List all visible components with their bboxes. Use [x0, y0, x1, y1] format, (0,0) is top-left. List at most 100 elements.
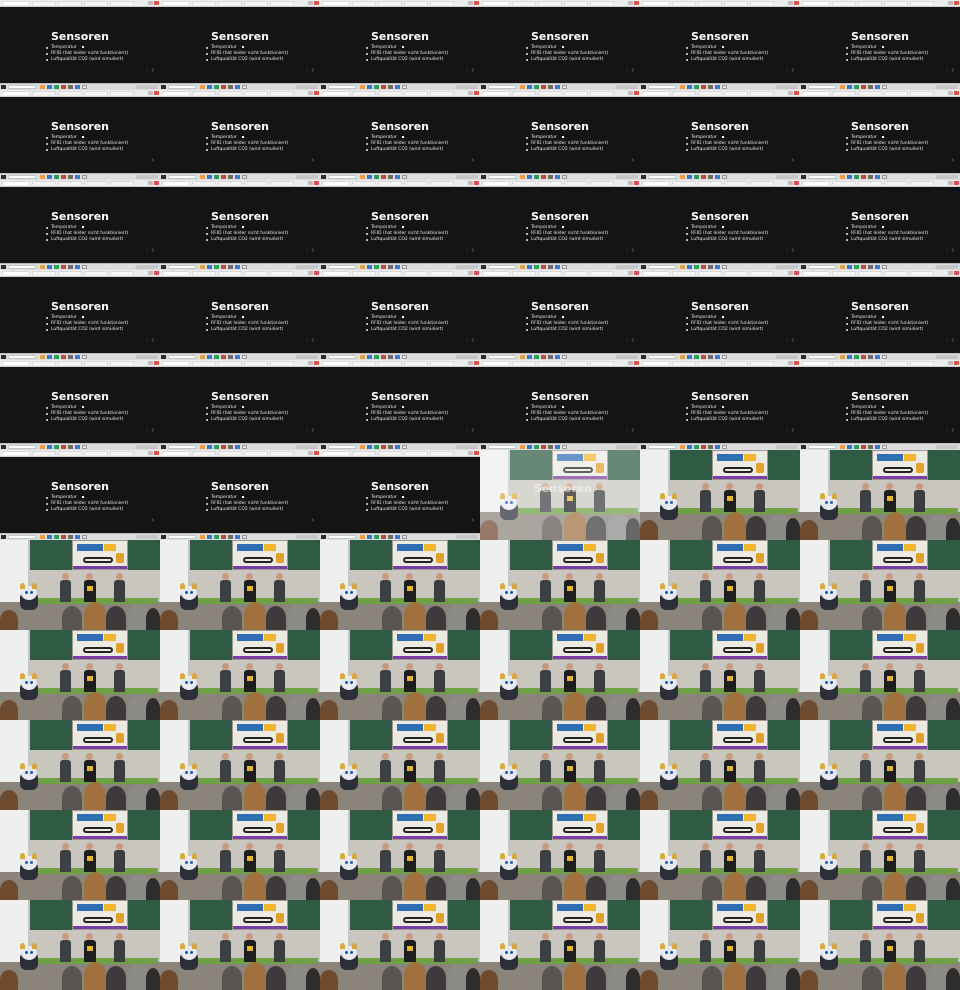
slide-thumbnail[interactable]: Sensoren Temperatur RFID (hat leider nic…: [800, 0, 960, 90]
photo-thumbnail[interactable]: [800, 450, 960, 540]
system-tray: [136, 265, 158, 269]
banner-logo: [264, 904, 276, 911]
photo-thumbnail[interactable]: [320, 720, 480, 810]
system-tray: [456, 445, 478, 449]
presenter: [220, 933, 231, 962]
app-icon: [534, 445, 539, 449]
slide-thumbnail[interactable]: Sensoren Temperatur RFID (hat leider nic…: [800, 270, 960, 360]
presenter: [594, 573, 605, 602]
slide-bullet-list: Temperatur RFID (hat leider nicht funkti…: [846, 315, 928, 333]
photo-thumbnail[interactable]: [480, 810, 640, 900]
slide-thumbnail[interactable]: Sensoren Temperatur RFID (hat leider nic…: [320, 450, 480, 540]
photo-thumbnail[interactable]: [320, 810, 480, 900]
slide-thumbnail[interactable]: Sensoren Temperatur RFID (hat leider nic…: [320, 180, 480, 270]
photo-thumbnail[interactable]: [640, 810, 800, 900]
slide-thumbnail[interactable]: Sensoren Temperatur RFID (hat leider nic…: [160, 450, 320, 540]
app-icon: [854, 265, 859, 269]
photo-thumbnail[interactable]: [800, 720, 960, 810]
photo-thumbnail[interactable]: [480, 900, 640, 990]
slide-thumbnail[interactable]: Sensoren Temperatur RFID (hat leider nic…: [480, 180, 640, 270]
slide-thumbnail[interactable]: Sensoren Temperatur RFID (hat leider nic…: [0, 450, 160, 540]
photo-thumbnail[interactable]: [480, 630, 640, 720]
event-banner: [712, 540, 768, 570]
photo-thumbnail[interactable]: [0, 720, 160, 810]
photo-thumbnail[interactable]: [640, 540, 800, 630]
photo-thumbnail[interactable]: [0, 630, 160, 720]
slide-thumbnail[interactable]: Sensoren Temperatur RFID (hat leider nic…: [0, 0, 160, 90]
plush-ear: [672, 853, 677, 859]
photo-thumbnail[interactable]: [0, 900, 160, 990]
photo-thumbnail[interactable]: [800, 630, 960, 720]
slide-thumbnail[interactable]: Sensoren Temperatur RFID (hat leider nic…: [640, 0, 800, 90]
slide-thumbnail[interactable]: Sensoren Temperatur RFID (hat leider nic…: [800, 180, 960, 270]
photo-thumbnail[interactable]: [800, 540, 960, 630]
app-icon: [722, 445, 727, 449]
close-icon: [474, 361, 479, 365]
slide-thumbnail[interactable]: Sensoren Temperatur RFID (hat leider nic…: [800, 360, 960, 450]
slide-thumbnail[interactable]: Sensoren Temperatur RFID (hat leider nic…: [320, 360, 480, 450]
app-icon: [395, 355, 400, 359]
photo-thumbnail[interactable]: [160, 900, 320, 990]
photo-thumbnail[interactable]: [480, 720, 640, 810]
slide-thumbnail[interactable]: Sensoren Temperatur RFID (hat leider nic…: [640, 180, 800, 270]
chevron-left-icon: ‹: [945, 337, 948, 344]
event-banner: [712, 720, 768, 750]
photo-thumbnail[interactable]: [640, 630, 800, 720]
presenter: [434, 843, 445, 872]
slide-thumbnail[interactable]: Sensoren Temperatur RFID (hat leider nic…: [640, 270, 800, 360]
plush-eye: [665, 771, 668, 774]
photo-thumbnail[interactable]: [800, 900, 960, 990]
slide-thumbnail[interactable]: Sensoren Temperatur RFID (hat leider nic…: [160, 270, 320, 360]
slide-thumbnail[interactable]: Sensoren Temperatur RFID (hat leider nic…: [480, 270, 640, 360]
photo-thumbnail[interactable]: [160, 540, 320, 630]
browser-tab: [110, 271, 134, 275]
photo-thumbnail[interactable]: [160, 810, 320, 900]
slide-thumbnail[interactable]: Sensoren Temperatur RFID (hat leider nic…: [0, 270, 160, 360]
event-banner: [392, 720, 448, 750]
chalkboard: [448, 810, 480, 840]
slide-thumbnail[interactable]: Sensoren Temperatur RFID (hat leider nic…: [0, 90, 160, 180]
photo-thumbnail[interactable]: [0, 540, 160, 630]
photo-thumbnail[interactable]: [160, 630, 320, 720]
slide-thumbnail[interactable]: Sensoren Temperatur RFID (hat leider nic…: [640, 90, 800, 180]
photo-thumbnail[interactable]: [640, 720, 800, 810]
photo-thumbnail[interactable]: [640, 900, 800, 990]
chevron-left-icon: ‹: [785, 67, 788, 74]
presenter-head: [116, 753, 123, 760]
presenter: [380, 573, 391, 602]
slide-thumbnail[interactable]: Sensoren Temperatur RFID (hat leider nic…: [320, 270, 480, 360]
slide-thumbnail[interactable]: Sensoren Temperatur RFID (hat leider nic…: [160, 90, 320, 180]
photo-thumbnail[interactable]: [0, 810, 160, 900]
photo-thumbnail[interactable]: [320, 540, 480, 630]
slide-thumbnail[interactable]: Sensoren Temperatur RFID (hat leider nic…: [0, 360, 160, 450]
photo-thumbnail[interactable]: [160, 720, 320, 810]
app-icon: [242, 445, 247, 449]
slide-thumbnail[interactable]: Sensoren Temperatur RFID (hat leider nic…: [160, 0, 320, 90]
slide-thumbnail[interactable]: Sensoren Temperatur RFID (hat leider nic…: [640, 360, 800, 450]
slide-thumbnail[interactable]: Sensoren Temperatur RFID (hat leider nic…: [800, 90, 960, 180]
presenter: [914, 753, 925, 782]
app-icon: [374, 175, 379, 179]
photo-thumbnail[interactable]: [800, 810, 960, 900]
slide-thumbnail[interactable]: Sensoren Temperatur RFID (hat leider nic…: [160, 360, 320, 450]
photo-thumbnail[interactable]: [640, 450, 800, 540]
transition-thumbnail[interactable]: Sensoren: [480, 450, 640, 540]
slide-thumbnail[interactable]: Sensoren Temperatur RFID (hat leider nic…: [160, 180, 320, 270]
slide-thumbnail[interactable]: Sensoren Temperatur RFID (hat leider nic…: [0, 180, 160, 270]
slide-thumbnail[interactable]: Sensoren Temperatur RFID (hat leider nic…: [480, 90, 640, 180]
slide-thumbnail[interactable]: Sensoren Temperatur RFID (hat leider nic…: [480, 360, 640, 450]
photo-thumbnail[interactable]: [320, 630, 480, 720]
photo-thumbnail[interactable]: [480, 540, 640, 630]
audience-member: [480, 790, 498, 810]
browser-tab: [642, 1, 670, 5]
slide-title: Sensoren: [50, 120, 110, 133]
slide-thumbnail[interactable]: Sensoren Temperatur RFID (hat leider nic…: [480, 0, 640, 90]
photo-thumbnail[interactable]: [320, 900, 480, 990]
browser-icon: [687, 175, 692, 179]
banner-logo: [717, 544, 743, 551]
search-box: [488, 175, 516, 179]
chevron-left-icon: ‹: [305, 157, 308, 164]
slide-thumbnail[interactable]: Sensoren Temperatur RFID (hat leider nic…: [320, 0, 480, 90]
event-banner: [392, 630, 448, 660]
slide-thumbnail[interactable]: Sensoren Temperatur RFID (hat leider nic…: [320, 90, 480, 180]
